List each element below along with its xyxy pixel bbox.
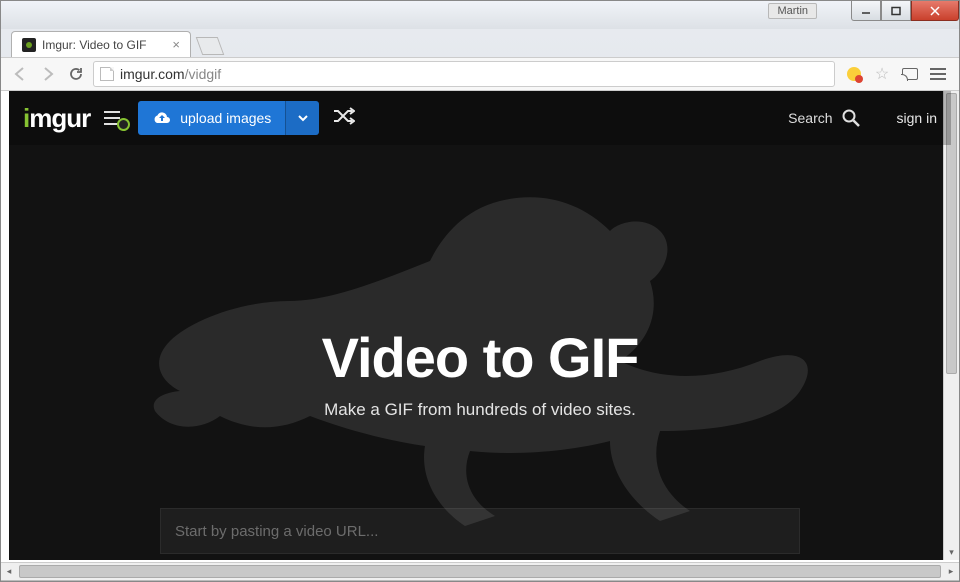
- upload-button-main[interactable]: upload images: [138, 110, 285, 126]
- page-title: Video to GIF: [9, 325, 951, 390]
- hero: Video to GIF Make a GIF from hundreds of…: [9, 145, 951, 554]
- tab-title: Imgur: Video to GIF: [42, 38, 147, 52]
- bookmark-star-icon[interactable]: ☆: [873, 65, 891, 83]
- page-content: imgur upload images: [9, 91, 951, 560]
- scrollbar-thumb[interactable]: [19, 565, 941, 578]
- new-tab-button[interactable]: [196, 37, 225, 55]
- tab-strip: Imgur: Video to GIF ×: [1, 29, 959, 57]
- window-controls: [851, 1, 959, 21]
- user-badge[interactable]: Martin: [768, 3, 817, 19]
- favicon-icon: [22, 38, 36, 52]
- tab-close-icon[interactable]: ×: [172, 37, 180, 52]
- menu-icon[interactable]: [929, 65, 947, 83]
- reload-button[interactable]: [65, 63, 87, 85]
- upload-label: upload images: [180, 110, 271, 126]
- imgur-logo[interactable]: imgur: [23, 103, 90, 134]
- viewport: imgur upload images: [1, 91, 959, 581]
- search-label: Search: [788, 110, 832, 126]
- titlebar: Martin: [1, 1, 959, 29]
- trending-icon[interactable]: [104, 111, 124, 125]
- forward-button[interactable]: [37, 63, 59, 85]
- url-text: imgur.com/vidgif: [120, 66, 221, 82]
- toolbar: imgur.com/vidgif ☆: [1, 57, 959, 91]
- upload-button[interactable]: upload images: [138, 101, 319, 135]
- maximize-button[interactable]: [881, 1, 911, 21]
- extension-icon[interactable]: [845, 65, 863, 83]
- chevron-down-icon: [297, 112, 309, 124]
- horizontal-scrollbar[interactable]: ◂ ▸: [1, 562, 959, 580]
- cast-icon[interactable]: [901, 65, 919, 83]
- upload-dropdown-button[interactable]: [285, 101, 319, 135]
- signin-link[interactable]: sign in: [897, 110, 937, 126]
- page-subtitle: Make a GIF from hundreds of video sites.: [9, 400, 951, 420]
- minimize-button[interactable]: [851, 1, 881, 21]
- url-input-row: [160, 508, 800, 554]
- page-icon: [100, 67, 114, 81]
- search-link[interactable]: Search: [788, 108, 860, 128]
- site-header: imgur upload images: [9, 91, 951, 145]
- cloud-upload-icon: [152, 110, 172, 126]
- scroll-left-icon[interactable]: ◂: [1, 563, 17, 580]
- scroll-right-icon[interactable]: ▸: [943, 563, 959, 580]
- close-button[interactable]: [911, 1, 959, 21]
- random-icon[interactable]: [333, 107, 355, 130]
- address-bar[interactable]: imgur.com/vidgif: [93, 61, 835, 87]
- browser-tab[interactable]: Imgur: Video to GIF ×: [11, 31, 191, 57]
- search-icon: [841, 108, 861, 128]
- toolbar-icons: ☆: [841, 65, 951, 83]
- video-url-input[interactable]: [160, 508, 800, 554]
- back-button[interactable]: [9, 63, 31, 85]
- browser-window: Martin Imgur: Video to GIF ×: [0, 0, 960, 582]
